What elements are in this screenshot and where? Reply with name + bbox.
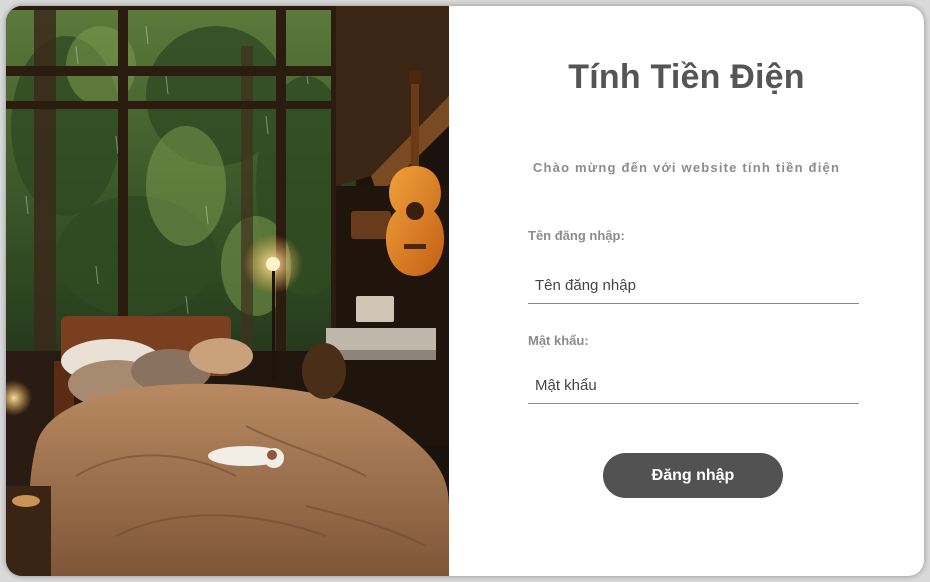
password-input[interactable] (528, 368, 859, 404)
password-label: Mật khẩu: (528, 333, 589, 348)
login-button[interactable]: Đăng nhập (603, 453, 783, 498)
bedroom-scene-image (6, 6, 449, 576)
username-label: Tên đăng nhập: (528, 228, 625, 243)
page-title: Tính Tiền Điện (568, 58, 805, 96)
login-card: Tính Tiền Điện Chào mừng đến với website… (6, 6, 924, 576)
username-input[interactable] (528, 268, 859, 304)
welcome-subtitle: Chào mừng đến với website tính tiền điện (532, 160, 841, 175)
login-form-panel: Tính Tiền Điện Chào mừng đến với website… (449, 6, 924, 576)
